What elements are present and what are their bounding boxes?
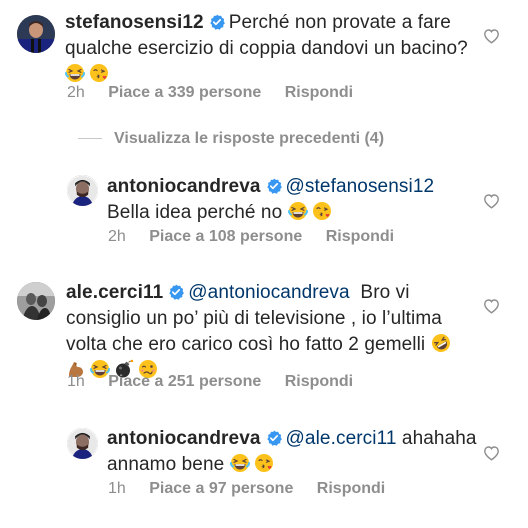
comment-text: ale.cerci11 @antoniocandreva Bro vi consi… bbox=[66, 280, 486, 384]
comment-body: Bro vi bbox=[360, 282, 410, 303]
comment-text: antoniocandreva @stefanosensi12 Bella ide… bbox=[107, 174, 467, 226]
rofl-emoji bbox=[431, 333, 451, 353]
comment-username[interactable]: stefanosensi12 bbox=[65, 12, 204, 33]
comment-body: Bella idea perché no bbox=[107, 202, 283, 223]
mention-link[interactable]: @antoniocandreva bbox=[188, 282, 349, 303]
view-replies-label: Visualizza le risposte precedenti (4) bbox=[114, 130, 385, 147]
comment-username[interactable]: antoniocandreva bbox=[107, 428, 261, 449]
heart-outline-icon[interactable] bbox=[483, 298, 500, 314]
kiss-emoji bbox=[312, 201, 332, 221]
mention-link[interactable]: @stefanosensi12 bbox=[286, 176, 435, 197]
likes-count[interactable]: Piace a 97 persone bbox=[149, 479, 293, 499]
comment-body: Perché non provate a fare bbox=[228, 12, 451, 33]
likes-count[interactable]: Piace a 339 persone bbox=[108, 83, 261, 103]
avatar[interactable] bbox=[17, 282, 55, 320]
comment-meta: 2h Piace a 339 persone Rispondi bbox=[67, 83, 353, 103]
comment-body-continued: volta che ero carico così ho fatto 2 gem… bbox=[66, 334, 426, 355]
comment-meta: 1h Piace a 97 persone Rispondi bbox=[108, 479, 385, 499]
verified-badge-icon bbox=[168, 284, 184, 300]
comment-text: antoniocandreva @ale.cerci11 ahahaha anna… bbox=[107, 426, 487, 478]
comment-time: 1h bbox=[67, 373, 85, 390]
likes-count[interactable]: Piace a 108 persone bbox=[149, 227, 302, 247]
verified-badge-icon bbox=[266, 178, 282, 194]
heart-outline-icon[interactable] bbox=[483, 193, 500, 209]
reply-button[interactable]: Rispondi bbox=[317, 479, 385, 499]
reply-button[interactable]: Rispondi bbox=[285, 372, 353, 392]
comment-body: ahahaha bbox=[401, 428, 477, 449]
kiss-emoji bbox=[254, 453, 274, 473]
comment-username[interactable]: antoniocandreva bbox=[107, 176, 261, 197]
kiss-emoji bbox=[89, 63, 109, 83]
laughing-tears-emoji bbox=[288, 201, 308, 221]
comment-body-continued: annamo bene bbox=[107, 454, 225, 475]
avatar[interactable] bbox=[67, 428, 98, 459]
comment-text: stefanosensi12 Perché non provate a fare … bbox=[65, 10, 485, 88]
comment-meta: 2h Piace a 108 persone Rispondi bbox=[108, 227, 394, 247]
comment-time: 1h bbox=[108, 480, 126, 497]
comment-body-continued: consiglio un po’ più di televisione , io… bbox=[66, 308, 442, 329]
verified-badge-icon bbox=[266, 430, 282, 446]
reply-button[interactable]: Rispondi bbox=[326, 227, 394, 247]
laughing-tears-emoji bbox=[230, 453, 250, 473]
laughing-tears-emoji bbox=[65, 63, 85, 83]
comment-body-continued: qualche esercizio di coppia dandovi un b… bbox=[65, 38, 468, 59]
reply-button[interactable]: Rispondi bbox=[285, 83, 353, 103]
heart-outline-icon[interactable] bbox=[483, 28, 500, 44]
mention-link[interactable]: @ale.cerci11 bbox=[286, 428, 397, 449]
comment-time: 2h bbox=[67, 84, 85, 101]
avatar[interactable] bbox=[67, 175, 98, 206]
heart-outline-icon[interactable] bbox=[483, 445, 500, 461]
comment-meta: 1h Piace a 251 persone Rispondi bbox=[67, 372, 353, 392]
comment-username[interactable]: ale.cerci11 bbox=[66, 282, 163, 303]
likes-count[interactable]: Piace a 251 persone bbox=[108, 372, 261, 392]
view-previous-replies[interactable]: Visualizza le risposte precedenti (4) bbox=[78, 129, 384, 149]
comment-time: 2h bbox=[108, 228, 126, 245]
divider-line bbox=[78, 138, 102, 140]
verified-badge-icon bbox=[209, 14, 225, 30]
avatar[interactable] bbox=[17, 15, 55, 53]
